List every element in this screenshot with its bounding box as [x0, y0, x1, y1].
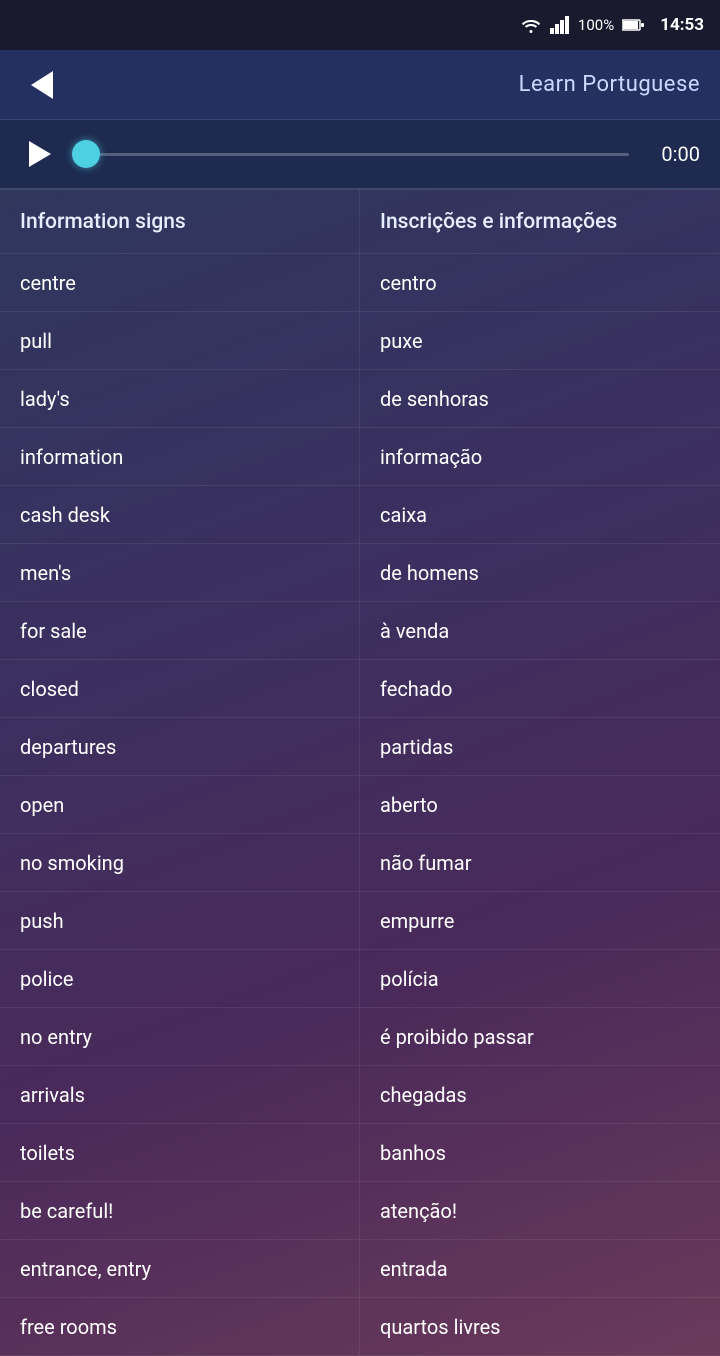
vocab-portuguese: aberto [360, 776, 720, 833]
slider-track [72, 153, 629, 156]
vocabulary-list: Information signs Inscrições e informaçõ… [0, 190, 720, 1356]
vocab-portuguese: partidas [360, 718, 720, 775]
vocab-english: for sale [0, 602, 360, 659]
vocab-portuguese: informação [360, 428, 720, 485]
vocab-portuguese: caixa [360, 486, 720, 543]
audio-slider[interactable] [72, 136, 629, 172]
list-item[interactable]: be careful!atenção! [0, 1182, 720, 1240]
vocab-portuguese: não fumar [360, 834, 720, 891]
list-item[interactable]: centrecentro [0, 254, 720, 312]
vocab-portuguese: puxe [360, 312, 720, 369]
play-icon [29, 141, 51, 167]
status-bar: 100% 14:53 [0, 0, 720, 50]
list-header-row: Information signs Inscrições e informaçõ… [0, 190, 720, 254]
vocab-english: free rooms [0, 1298, 360, 1355]
vocab-english: lady's [0, 370, 360, 427]
vocab-portuguese: banhos [360, 1124, 720, 1181]
list-item[interactable]: toiletsbanhos [0, 1124, 720, 1182]
vocab-english: push [0, 892, 360, 949]
slider-thumb [72, 140, 100, 168]
list-item[interactable]: cash deskcaixa [0, 486, 720, 544]
status-icons: 100% 14:53 [520, 15, 704, 35]
vocab-portuguese: entrada [360, 1240, 720, 1297]
vocab-portuguese: atenção! [360, 1182, 720, 1239]
vocab-portuguese: de homens [360, 544, 720, 601]
battery-text: 100% [578, 16, 614, 34]
list-item[interactable]: free roomsquartos livres [0, 1298, 720, 1356]
vocab-portuguese: centro [360, 254, 720, 311]
wifi-icon [520, 16, 542, 34]
battery-icon [622, 18, 644, 32]
vocab-portuguese: de senhoras [360, 370, 720, 427]
vocab-english: pull [0, 312, 360, 369]
vocab-english: men's [0, 544, 360, 601]
audio-time: 0:00 [645, 142, 700, 166]
vocab-english: closed [0, 660, 360, 717]
column-header-portuguese: Inscrições e informações [360, 190, 720, 253]
vocab-portuguese: à venda [360, 602, 720, 659]
status-time: 14:53 [660, 15, 704, 35]
signal-icon [550, 16, 570, 34]
vocab-english: no smoking [0, 834, 360, 891]
vocab-portuguese: polícia [360, 950, 720, 1007]
play-button[interactable] [20, 136, 56, 172]
vocab-english: centre [0, 254, 360, 311]
column-header-english: Information signs [0, 190, 360, 253]
app-title: Learn Portuguese [64, 72, 700, 97]
vocab-english: toilets [0, 1124, 360, 1181]
vocab-english: information [0, 428, 360, 485]
list-item[interactable]: lady'sde senhoras [0, 370, 720, 428]
vocab-english: police [0, 950, 360, 1007]
vocab-english: open [0, 776, 360, 833]
vocab-english: departures [0, 718, 360, 775]
list-item[interactable]: men'sde homens [0, 544, 720, 602]
list-item[interactable]: openaberto [0, 776, 720, 834]
list-item[interactable]: for saleà venda [0, 602, 720, 660]
vocab-english: entrance, entry [0, 1240, 360, 1297]
list-item[interactable]: pushempurre [0, 892, 720, 950]
vocab-portuguese: chegadas [360, 1066, 720, 1123]
list-item[interactable]: departurespartidas [0, 718, 720, 776]
vocab-portuguese: fechado [360, 660, 720, 717]
vocab-portuguese: é proibido passar [360, 1008, 720, 1065]
vocab-english: no entry [0, 1008, 360, 1065]
list-item[interactable]: pullpuxe [0, 312, 720, 370]
vocab-portuguese: quartos livres [360, 1298, 720, 1355]
list-item[interactable]: no smokingnão fumar [0, 834, 720, 892]
back-arrow-icon [31, 71, 53, 99]
app-header: Learn Portuguese [0, 50, 720, 120]
audio-player: 0:00 [0, 120, 720, 190]
back-button[interactable] [20, 63, 64, 107]
list-item[interactable]: arrivalschegadas [0, 1066, 720, 1124]
list-item[interactable]: policepolícia [0, 950, 720, 1008]
vocab-portuguese: empurre [360, 892, 720, 949]
vocab-english: arrivals [0, 1066, 360, 1123]
list-item[interactable]: informationinformação [0, 428, 720, 486]
list-item[interactable]: entrance, entryentrada [0, 1240, 720, 1298]
list-item[interactable]: closedfechado [0, 660, 720, 718]
list-item[interactable]: no entryé proibido passar [0, 1008, 720, 1066]
vocab-english: be careful! [0, 1182, 360, 1239]
vocab-english: cash desk [0, 486, 360, 543]
